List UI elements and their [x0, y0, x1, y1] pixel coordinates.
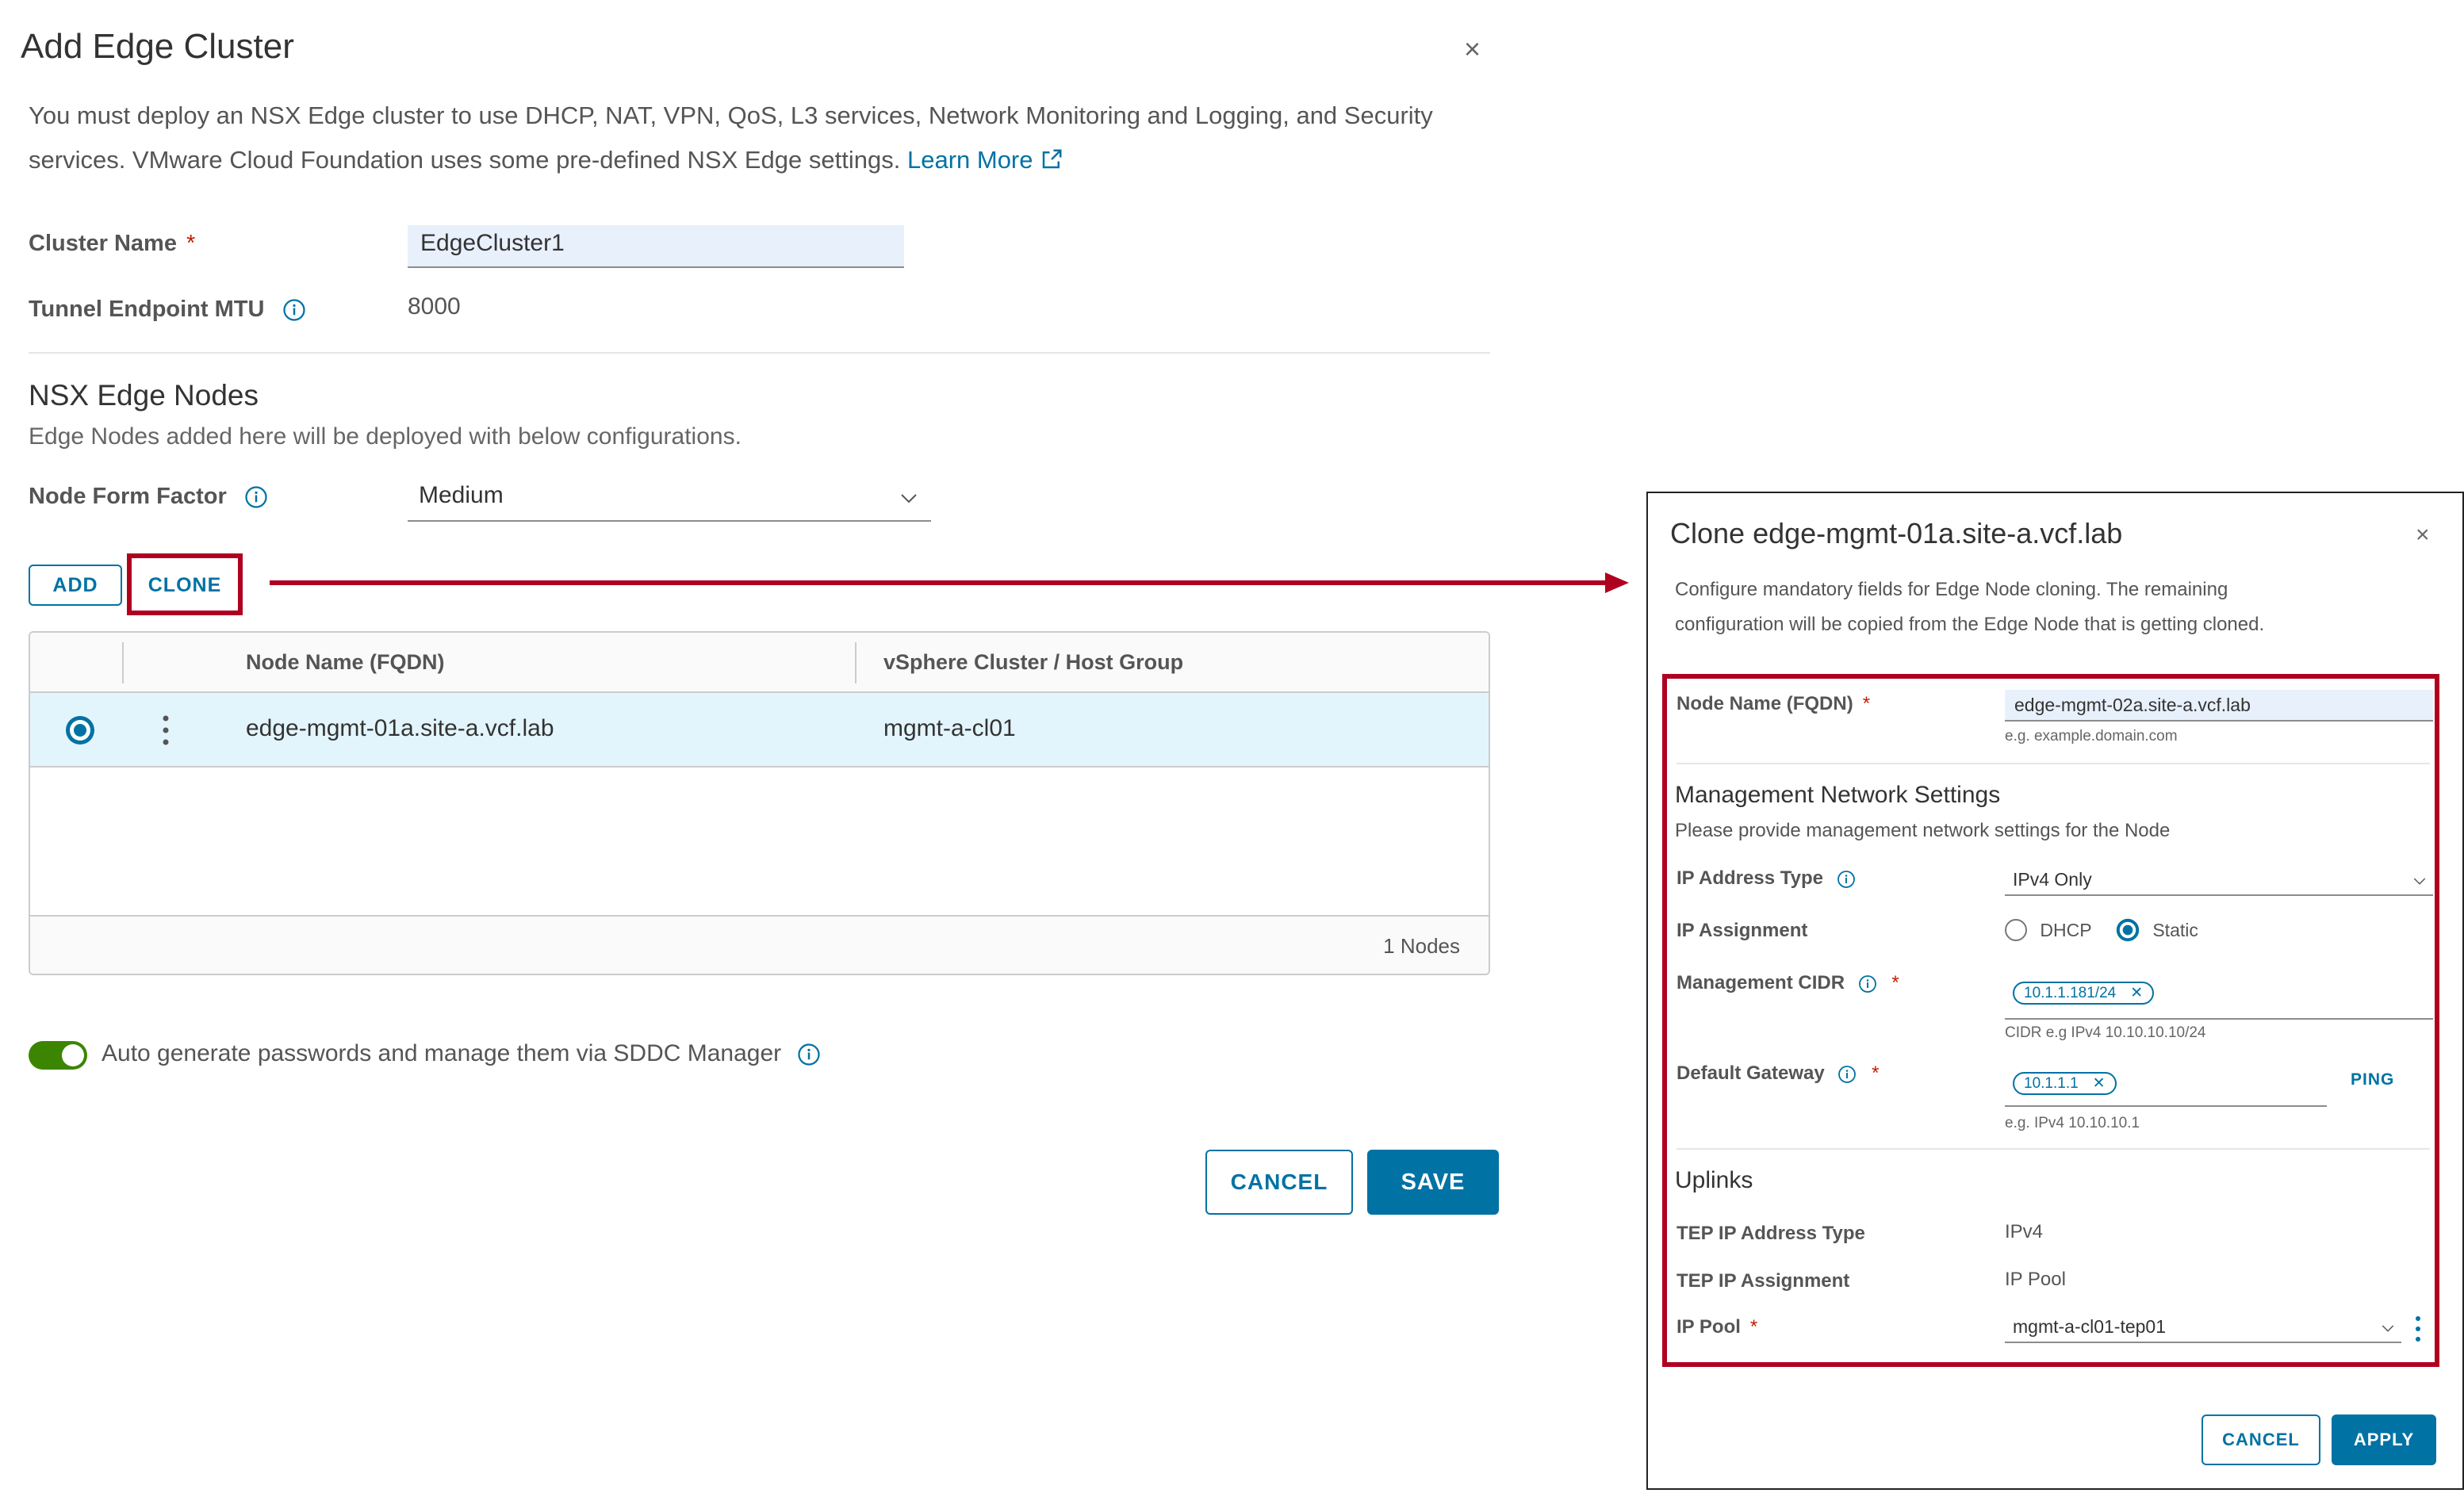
clone-panel: Clone edge-mgmt-01a.site-a.vcf.lab × Con…	[1646, 492, 2464, 1490]
cidr-chip[interactable]: 10.1.1.181/24 ✕	[2013, 982, 2155, 1005]
form-highlight-box	[1662, 674, 2439, 1367]
column-header-node-name[interactable]: Node Name (FQDN)	[246, 650, 445, 675]
nodes-datagrid: Node Name (FQDN) vSphere Cluster / Host …	[29, 631, 1490, 975]
form-factor-select[interactable]: Medium	[408, 479, 931, 522]
column-separator	[122, 642, 124, 683]
nodes-heading: NSX Edge Nodes	[29, 379, 259, 412]
node-name-label: Node Name (FQDN) *	[1677, 693, 1871, 714]
info-icon[interactable]	[1837, 870, 1856, 889]
learn-more-link[interactable]: Learn More	[907, 146, 1063, 174]
tep-type-label: TEP IP Address Type	[1677, 1223, 1865, 1244]
clone-panel-title: Clone edge-mgmt-01a.site-a.vcf.lab	[1670, 517, 2123, 549]
cancel-button[interactable]: CANCEL	[1205, 1150, 1353, 1215]
ping-button[interactable]: PING	[2351, 1070, 2394, 1089]
cell-node-name: edge-mgmt-01a.site-a.vcf.lab	[246, 715, 554, 741]
intro-text: You must deploy an NSX Edge cluster to u…	[29, 94, 1488, 182]
table-row[interactable]: edge-mgmt-01a.site-a.vcf.lab mgmt-a-cl01	[30, 693, 1489, 768]
add-button[interactable]: ADD	[29, 565, 122, 606]
ip-assignment-radios: DHCP Static	[2005, 918, 2198, 942]
auto-password-toggle[interactable]	[29, 1041, 87, 1070]
close-icon[interactable]: ×	[2416, 523, 2430, 547]
node-count: 1 Nodes	[1383, 934, 1460, 958]
remove-chip-icon[interactable]: ✕	[2130, 985, 2143, 1001]
mgmt-subtext: Please provide management network settin…	[1675, 820, 2171, 841]
row-actions-icon[interactable]	[160, 714, 171, 747]
default-gateway-label: Default Gateway *	[1677, 1062, 1880, 1084]
radio-dhcp-label: DHCP	[2040, 919, 2092, 940]
ip-pool-label: IP Pool *	[1677, 1316, 1758, 1338]
clone-panel-description: Configure mandatory fields for Edge Node…	[1675, 579, 2265, 635]
cluster-name-label: Cluster Name *	[29, 231, 196, 256]
cidr-hint: CIDR e.g IPv4 10.10.10.10/24	[2005, 1024, 2206, 1041]
intro-body: You must deploy an NSX Edge cluster to u…	[29, 101, 1433, 174]
info-icon[interactable]	[1858, 974, 1877, 993]
node-name-input[interactable]: edge-mgmt-02a.site-a.vcf.lab	[2005, 690, 2433, 722]
grid-header: Node Name (FQDN) vSphere Cluster / Host …	[30, 633, 1489, 693]
toggle-knob	[62, 1044, 84, 1066]
gateway-hint: e.g. IPv4 10.10.10.1	[2005, 1115, 2140, 1131]
close-icon[interactable]: ×	[1464, 35, 1481, 63]
mgmt-heading: Management Network Settings	[1675, 782, 2001, 808]
uplinks-heading: Uplinks	[1675, 1167, 1753, 1193]
divider	[1677, 1148, 2430, 1150]
info-icon[interactable]	[797, 1043, 821, 1066]
radio-static-selected[interactable]	[2116, 918, 2140, 942]
column-header-cluster[interactable]: vSphere Cluster / Host Group	[883, 650, 1183, 675]
mgmt-cidr-input[interactable]: 10.1.1.181/24 ✕	[2005, 978, 2433, 1020]
ip-pool-actions-icon[interactable]	[2414, 1315, 2422, 1343]
arrow-to-clone-panel	[270, 572, 1629, 593]
form-factor-value: Medium	[419, 482, 504, 508]
node-name-hint: e.g. example.domain.com	[2005, 728, 2178, 745]
clone-cancel-button[interactable]: CANCEL	[2202, 1415, 2320, 1465]
form-factor-label: Node Form Factor	[29, 484, 268, 510]
divider	[29, 352, 1490, 354]
apply-button[interactable]: APPLY	[2332, 1415, 2436, 1465]
tep-type-value: IPv4	[2005, 1221, 2044, 1242]
tep-assignment-label: TEP IP Assignment	[1677, 1270, 1850, 1292]
auto-password-label: Auto generate passwords and manage them …	[102, 1040, 821, 1067]
gateway-chip[interactable]: 10.1.1.1 ✕	[2013, 1072, 2117, 1095]
default-gateway-input[interactable]: 10.1.1.1 ✕	[2005, 1066, 2327, 1107]
mtu-value: 8000	[408, 293, 461, 320]
required-mark: *	[186, 231, 196, 256]
ip-type-select[interactable]: IPv4 Only	[2005, 864, 2433, 896]
nodes-subtext: Edge Nodes added here will be deployed w…	[29, 423, 741, 450]
info-icon[interactable]	[282, 298, 306, 322]
chevron-down-icon	[901, 494, 917, 503]
ip-pool-select[interactable]: mgmt-a-cl01-tep01	[2005, 1311, 2401, 1343]
divider	[1677, 763, 2430, 764]
external-link-icon	[1042, 149, 1061, 169]
remove-chip-icon[interactable]: ✕	[2093, 1075, 2106, 1092]
tep-assignment-value: IP Pool	[2005, 1269, 2066, 1290]
radio-static-label: Static	[2152, 919, 2198, 940]
info-icon[interactable]	[244, 485, 268, 509]
column-separator[interactable]	[855, 642, 856, 683]
cluster-name-input[interactable]: EdgeCluster1	[408, 225, 904, 268]
dialog-title: Add Edge Cluster	[21, 27, 294, 66]
info-icon[interactable]	[1837, 1065, 1857, 1084]
grid-footer: 1 Nodes	[30, 915, 1489, 974]
ip-assignment-label: IP Assignment	[1677, 920, 1808, 941]
radio-dhcp[interactable]	[2005, 919, 2027, 941]
mtu-label: Tunnel Endpoint MTU	[29, 297, 306, 323]
chevron-down-icon	[2382, 1325, 2394, 1332]
mgmt-cidr-label: Management CIDR *	[1677, 972, 1899, 993]
ip-type-label: IP Address Type	[1677, 867, 1856, 890]
row-radio-selected[interactable]	[65, 715, 95, 745]
clone-button[interactable]: CLONE	[136, 565, 233, 606]
save-button[interactable]: SAVE	[1367, 1150, 1499, 1215]
chevron-down-icon	[2413, 878, 2426, 885]
cell-cluster: mgmt-a-cl01	[883, 715, 1016, 741]
